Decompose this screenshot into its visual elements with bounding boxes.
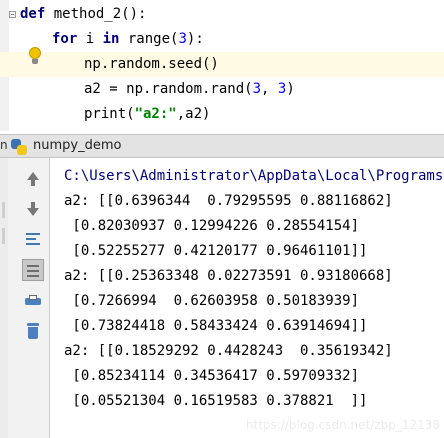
- scroll-up-icon[interactable]: [22, 168, 44, 190]
- console-line: a2: [[0.18529292 0.4428243 0.35619342]: [64, 343, 393, 359]
- console-line: [0.82030937 0.12994226 0.28554154]: [64, 218, 360, 234]
- clear-all-icon[interactable]: [22, 320, 44, 342]
- code-line-4[interactable]: a2 = np.random.rand(3, 3): [0, 77, 444, 102]
- run-tool-window-header: n numpy_demo: [0, 134, 444, 158]
- console-line: a2: [[0.6396344 0.79295595 0.88116862]: [64, 193, 393, 209]
- console-line: [0.73824418 0.58433424 0.63914694]]: [64, 318, 368, 334]
- lightbulb-icon[interactable]: [28, 47, 42, 65]
- console-line: [0.85234114 0.34536417 0.59709332]: [64, 368, 360, 384]
- code-line-5-text: print("a2:",a2): [84, 106, 211, 122]
- print-icon[interactable]: [22, 290, 44, 312]
- console-line: [0.52255277 0.42120177 0.96461101]]: [64, 243, 368, 259]
- code-line-5[interactable]: print("a2:",a2): [0, 102, 444, 127]
- python-icon: [11, 139, 27, 155]
- side-strip: [0, 158, 8, 438]
- run-config-tab[interactable]: numpy_demo: [33, 138, 121, 153]
- scroll-to-end-icon[interactable]: [22, 259, 44, 281]
- soft-wrap-icon[interactable]: [22, 228, 44, 250]
- scroll-down-icon[interactable]: [22, 198, 44, 220]
- code-line-3[interactable]: np.random.seed(): [0, 52, 444, 77]
- run-toolbar: [8, 158, 50, 438]
- code-editor[interactable]: def method_2(): for i in range(3): np.ra…: [0, 0, 444, 131]
- console-output[interactable]: C:\Users\Administrator\AppData\Local\Pro…: [50, 158, 444, 438]
- console-line: [0.05521304 0.16519583 0.378821 ]]: [64, 393, 368, 409]
- code-line-4-text: a2 = np.random.rand(3, 3): [84, 81, 295, 97]
- console-line: a2: [[0.25363348 0.02273591 0.93180668]: [64, 268, 393, 284]
- fold-icon[interactable]: [9, 11, 16, 18]
- interpreter-path-line: C:\Users\Administrator\AppData\Local\Pro…: [64, 168, 444, 184]
- code-line-1[interactable]: def method_2():: [0, 2, 444, 27]
- console-line: [0.7266994 0.62603958 0.50183939]: [64, 293, 360, 309]
- code-line-2[interactable]: for i in range(3):: [0, 27, 444, 52]
- code-line-3-text: np.random.seed(): [84, 56, 219, 72]
- code-line-2-text: for i in range(3):: [52, 31, 204, 47]
- run-header-prefix: n: [0, 138, 8, 152]
- watermark: https://blog.csdn.net/zbp_12138: [245, 418, 440, 432]
- code-line-1-text: def method_2():: [20, 6, 147, 22]
